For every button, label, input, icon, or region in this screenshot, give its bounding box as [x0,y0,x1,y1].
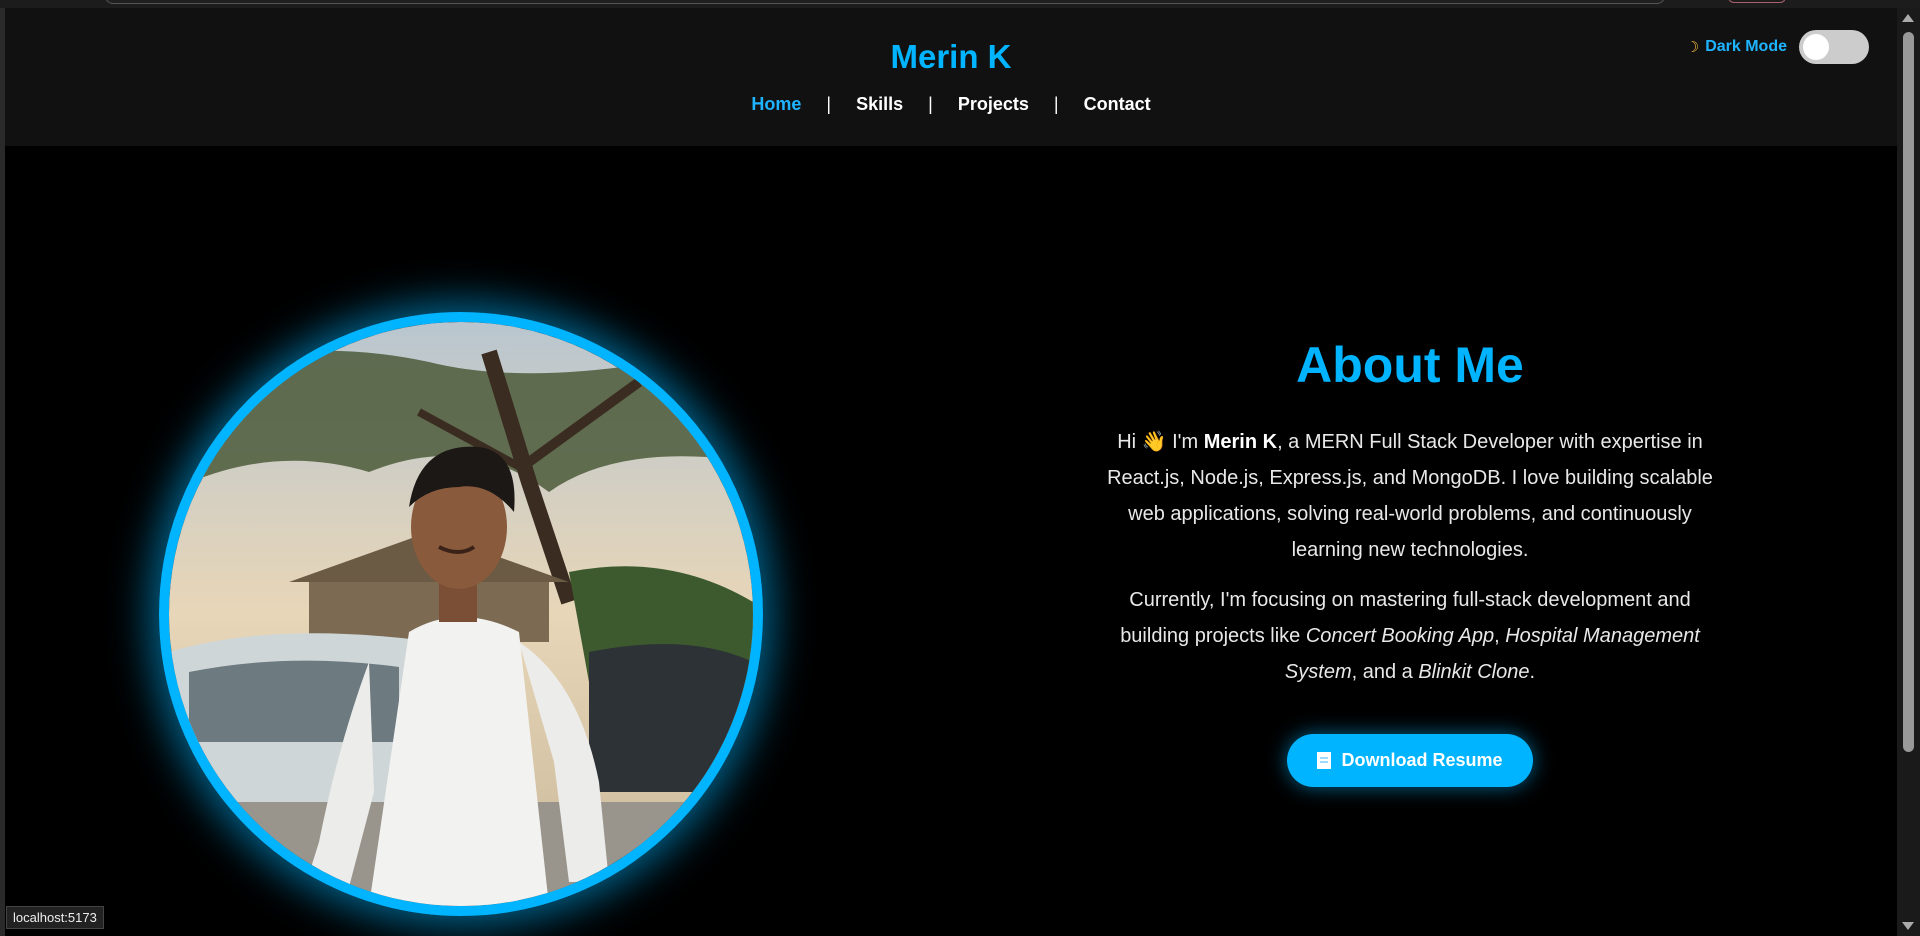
address-bar-edge [105,0,1665,4]
about-title: About Me [1296,337,1524,393]
about-intro: Hi 👋 I'm Merin K, a MERN Full Stack Deve… [1095,424,1725,568]
wave-emoji: 👋 [1141,431,1167,453]
dark-mode-label: Dark Mode [1705,38,1787,55]
document-icon [1317,752,1332,769]
focus-end: . [1529,661,1536,683]
project-concert: Concert Booking App [1305,625,1495,647]
nav-separator: | [1053,94,1059,114]
about-name: Merin K [1203,431,1278,453]
nav-home[interactable]: Home [737,94,815,115]
nav-contact[interactable]: Contact [1070,94,1165,115]
nav-separator: | [928,94,933,114]
profile-photo [159,312,763,916]
nav-projects[interactable]: Projects [944,94,1043,115]
site-brand[interactable]: Merin K [5,38,1897,76]
toggle-knob [1803,34,1829,60]
profile-photo-illustration [169,322,753,906]
download-resume-label: Download Resume [1341,750,1503,770]
browser-top-edge [0,0,1920,8]
site-header: Merin K Home | Skills | Projects | Conta… [5,8,1897,146]
page-viewport: Merin K Home | Skills | Projects | Conta… [5,8,1897,936]
intro-text: I'm [1166,431,1204,453]
scroll-down-arrow[interactable] [1902,922,1914,930]
dark-mode-toggle[interactable] [1799,30,1869,64]
page-scrollbar[interactable] [1897,8,1920,936]
nav-skills[interactable]: Skills [842,94,917,115]
moon-icon: ☽ [1685,38,1700,56]
dark-mode-switch[interactable]: ☽ Dark Mode [1686,30,1869,64]
about-focus: Currently, I'm focusing on mastering ful… [1095,582,1725,690]
nav-separator: | [826,94,832,114]
download-resume-button[interactable]: Download Resume [1287,734,1533,787]
focus-comma: , [1494,625,1506,647]
scroll-up-arrow[interactable] [1902,14,1914,22]
scroll-thumb[interactable] [1903,32,1914,752]
about-section: About Me Hi 👋 I'm Merin K, a MERN Full S… [1095,336,1725,787]
greeting-text: Hi [1117,431,1142,453]
main-nav: Home | Skills | Projects | Contact [5,94,1897,115]
focus-mid: , and a [1351,661,1419,683]
browser-button-edge [1728,0,1786,3]
project-blinkit: Blinkit Clone [1418,661,1530,683]
link-status-bar: localhost:5173 [6,906,104,929]
